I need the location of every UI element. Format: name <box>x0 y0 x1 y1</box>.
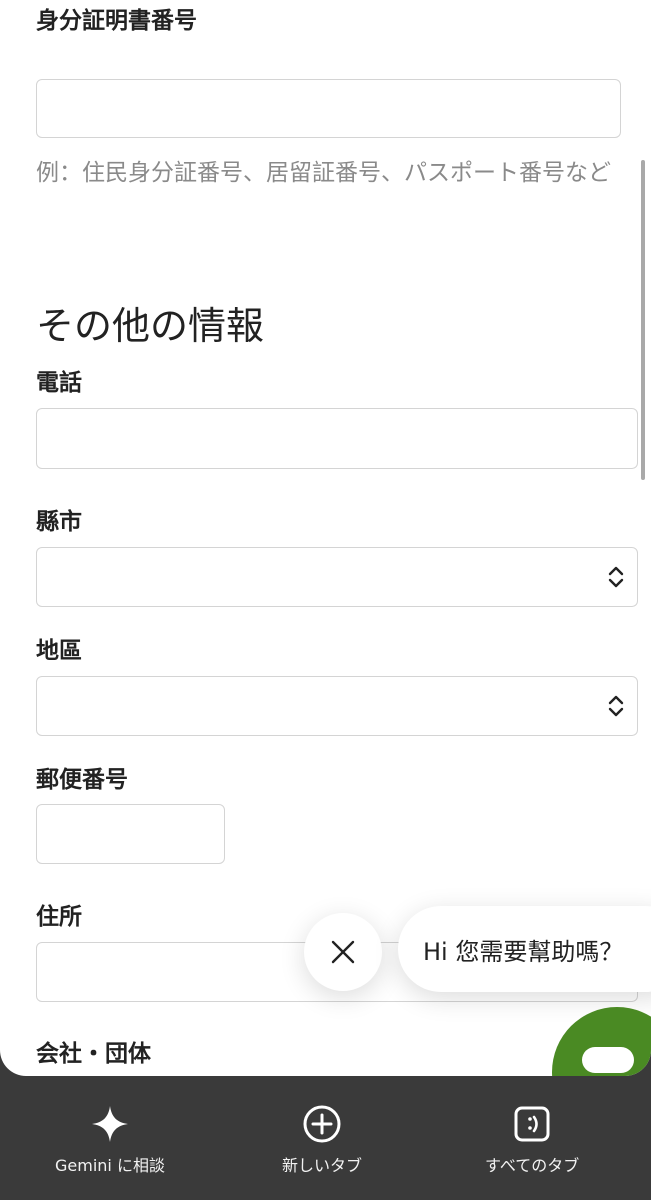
id-number-hint: 例：住民身分証番号、居留証番号、パスポート番号など <box>36 160 611 186</box>
sparkle-icon <box>90 1104 130 1144</box>
select-updown-icon <box>608 566 624 588</box>
new-tab-button[interactable]: 新しいタブ <box>282 1104 362 1176</box>
page-scrollbar[interactable] <box>641 160 645 480</box>
ask-gemini-label: Gemini に相談 <box>55 1156 165 1175</box>
district-label: 地區 <box>36 638 82 664</box>
county-select[interactable] <box>36 547 638 607</box>
select-updown-icon <box>608 695 624 717</box>
ask-gemini-button[interactable]: Gemini に相談 <box>55 1104 165 1176</box>
tabs-icon <box>512 1104 552 1144</box>
new-tab-label: 新しいタブ <box>282 1156 363 1175</box>
id-number-input[interactable] <box>36 79 621 138</box>
chat-launcher-button[interactable] <box>552 1007 651 1076</box>
postal-code-input[interactable] <box>36 804 225 864</box>
all-tabs-button[interactable]: すべてのタブ <box>485 1104 579 1176</box>
address-label: 住所 <box>36 904 82 930</box>
close-icon <box>331 940 355 964</box>
postal-code-label: 郵便番号 <box>36 767 128 793</box>
chat-bubble-icon <box>582 1047 634 1073</box>
chat-greeting-text: Hi 您需要幫助嗎？ <box>423 937 624 966</box>
phone-label: 電話 <box>36 370 82 396</box>
section-title-other-info: その他の情報 <box>36 304 265 348</box>
district-select[interactable] <box>36 676 638 736</box>
phone-input[interactable] <box>36 408 638 469</box>
web-page: 身分証明書番号 例：住民身分証番号、居留証番号、パスポート番号など その他の情報… <box>0 0 651 1076</box>
county-label: 縣市 <box>36 509 82 535</box>
all-tabs-label: すべてのタブ <box>485 1156 580 1175</box>
company-label: 会社・団体 <box>36 1041 151 1067</box>
id-number-label: 身分証明書番号 <box>36 8 197 34</box>
chat-greeting-bubble[interactable]: Hi 您需要幫助嗎？ <box>398 906 651 992</box>
chat-close-button[interactable] <box>304 913 382 991</box>
plus-circle-icon <box>302 1104 342 1144</box>
browser-bottom-bar: Gemini に相談 新しいタブ すべてのタブ <box>0 1076 651 1200</box>
